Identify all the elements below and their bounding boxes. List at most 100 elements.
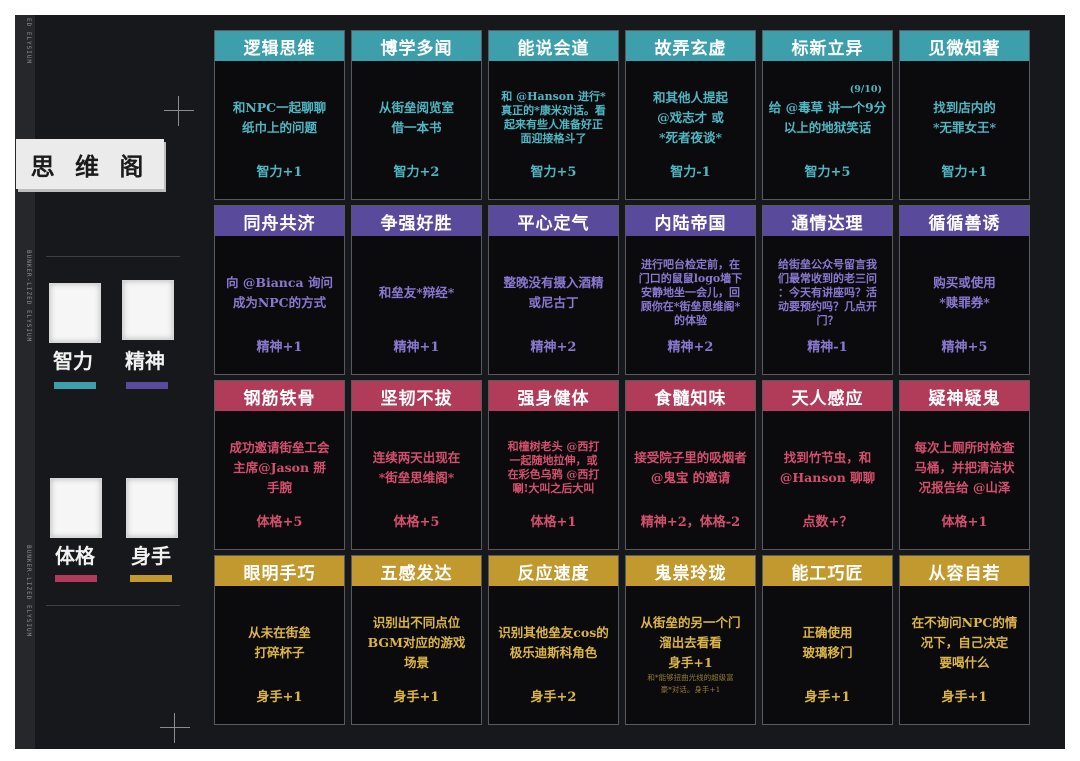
stat-color-bar <box>130 575 172 582</box>
stat-image <box>126 478 178 538</box>
skill-card-task: 给街垒公众号留言我 们最常收到的老三问 ：今天有讲座吗？活 动要预约吗？几点开 门？ <box>767 248 888 338</box>
skill-card-effect: 身手+1 <box>256 690 303 705</box>
skill-card-task: 在不询问NPC的情 况下，自己决定 要喝什么 <box>904 598 1025 688</box>
skill-card: 博学多闻 从街垒阅览室 借一本书 智力+2 <box>351 30 482 200</box>
task-line: 找到店内的 <box>933 100 996 115</box>
task-line: @鬼宝 的邀请 <box>650 470 731 485</box>
skill-card-effect: 精神+2，体格-2 <box>640 515 741 530</box>
skill-card: 钢筋铁骨成功邀请街垒工会 主席@Jason 掰手腕体格+5 <box>214 380 345 550</box>
skill-card-task: 和 @Hanson 进行* 真正的*康米对话。看 起来有些人准备好正 面迎接格斗了 <box>493 73 614 163</box>
skill-card-effect: 智力+5 <box>530 165 577 180</box>
skill-card-effect: 智力+1 <box>941 165 988 180</box>
task-line: 接受院子里的吸烟者 <box>634 450 747 465</box>
note-line: 豪*对话。身手+1 <box>660 685 721 694</box>
task-line: 们最常收到的老三问 <box>778 272 877 285</box>
task-line: 连续两天出现在 <box>372 450 461 465</box>
stat-label-physique: 体格 <box>55 544 95 568</box>
task-line: 一起随地拉伸，或 <box>509 454 598 467</box>
skill-card: 坚韧不拔连续两天出现在 *街垒思维阁* 体格+5 <box>351 380 482 550</box>
skill-card-task: 连续两天出现在 *街垒思维阁* <box>356 423 477 513</box>
stat-color-bar <box>54 382 96 389</box>
task-line: 给街垒公众号留言我 <box>778 258 877 271</box>
skill-card: 循循善诱 购买或使用 *赎罪券* 精神+5 <box>899 205 1030 375</box>
task-line: 识别其他垒友cos的 <box>498 625 609 640</box>
task-line: 门口的鼠鼠logo墙下 <box>638 272 743 285</box>
page-title: 思 维 阁 <box>30 151 150 181</box>
skill-card: 见微知著找到店内的 *无罪女王* 智力+1 <box>899 30 1030 200</box>
task-line: @Hanson 聊聊 <box>779 470 876 485</box>
task-line: 唰!大叫之后大叫 <box>512 482 595 495</box>
task-line: 要喝什么 <box>939 655 990 670</box>
skill-card-effect: 体格+1 <box>530 515 577 530</box>
skill-card-title: 能说会道 <box>489 31 618 61</box>
task-line: 或尼古丁 <box>528 295 579 310</box>
skill-card-task: 找到店内的 *无罪女王* <box>904 73 1025 163</box>
task-line: 和橦树老头 @西打 <box>507 440 600 453</box>
skill-card-task: 进行吧台检定前，在 门口的鼠鼠logo墙下 安静地坐一会儿，回 顾你在*街垒思维阁* 的… <box>630 248 751 338</box>
skill-card: 通情达理给街垒公众号留言我 们最常收到的老三问 ：今天有讲座吗？活 动要预约吗？几点开… <box>762 205 893 375</box>
skill-card-task: 接受院子里的吸烟者 @鬼宝 的邀请 <box>630 423 751 513</box>
stat-image <box>49 283 101 343</box>
task-line: 真正的*康米对话。看 <box>501 104 606 117</box>
vertical-label: BUNKER-LIZED ELYSIUM <box>25 250 32 343</box>
title-block: 思 维 阁 <box>16 139 164 189</box>
skill-card-effect: 体格+5 <box>256 515 303 530</box>
task-line: 找到竹节虫，和 <box>783 450 872 465</box>
skill-card: 逻辑思维 和NPC一起聊聊 纸巾上的问题 智力+1 <box>214 30 345 200</box>
divider <box>46 605 180 606</box>
skill-card-effect: 智力+2 <box>393 165 440 180</box>
skill-card-title: 见微知著 <box>900 31 1029 61</box>
task-line: 动要预约吗？几点开 <box>778 300 877 313</box>
skill-card-title: 食髓知味 <box>626 381 755 411</box>
skill-card-task: 和橦树老头 @西打 一起随地拉伸，或 在彩色乌鸦 @西打 唰!大叫之后大叫 <box>493 423 614 513</box>
task-line: 顾你在*街垒思维阁* <box>640 300 741 313</box>
skill-card-title: 通情达理 <box>763 206 892 236</box>
skill-card-task: 从未在街垒 打碎杯子 <box>219 598 340 688</box>
crosshair-icon <box>160 713 190 743</box>
task-line: *无罪女王* <box>932 120 997 135</box>
skill-card: 五感发达 识别出不同点位 BGM对应的游戏 场景 身手+1 <box>351 555 482 725</box>
progress-counter: (9/10) <box>849 84 882 95</box>
skill-card-task: 成功邀请街垒工会 主席@Jason 掰手腕 <box>219 423 340 513</box>
task-line: 在不询问NPC的情 <box>911 615 1018 630</box>
skill-card: 能工巧匠 正确使用 玻璃移门 身手+1 <box>762 555 893 725</box>
note-line: 和*能够扭曲光线的超级富 <box>647 673 734 682</box>
skill-card-effect: 身手+1 <box>804 690 851 705</box>
task-line: 从街垒阅览室 <box>378 100 454 115</box>
stat-label-psyche: 精神 <box>125 349 165 373</box>
task-line: 从未在街垒 <box>248 625 311 640</box>
task-line: *街垒思维阁* <box>378 470 455 485</box>
skill-card: 强身健体和橦树老头 @西打 一起随地拉伸，或 在彩色乌鸦 @西打 唰!大叫之后大叫体格… <box>488 380 619 550</box>
task-line: 成功邀请街垒工会 <box>229 440 330 455</box>
task-line: *死者夜谈* <box>658 130 723 145</box>
skill-card-effect: 点数+？ <box>802 515 853 530</box>
skill-card: 内陆帝国 进行吧台检定前，在 门口的鼠鼠logo墙下 安静地坐一会儿，回 顾你在*街垒思… <box>625 205 756 375</box>
skill-card-title: 平心定气 <box>489 206 618 236</box>
task-line: 成为NPC的方式 <box>232 295 327 310</box>
skill-card-title: 同舟共济 <box>215 206 344 236</box>
task-line: 手腕 <box>266 480 292 495</box>
skill-card-title: 钢筋铁骨 <box>215 381 344 411</box>
skill-card-title: 从容自若 <box>900 556 1029 586</box>
task-line: 和其他人提起 <box>652 90 728 105</box>
skill-card-effect: 体格+5 <box>393 515 440 530</box>
skill-card: 反应速度 识别其他垒友cos的 极乐迪斯科角色 身手+2 <box>488 555 619 725</box>
skill-card: 争强好胜 和垒友*辩经* 精神+1 <box>351 205 482 375</box>
stat-color-bar <box>126 382 168 389</box>
skill-card: 鬼祟玲珑 从街垒的另一个门 溜出去看看 身手+1 和*能够扭曲光线的超级富 豪*对话。身手… <box>625 555 756 725</box>
stat-label-motorics: 身手 <box>131 544 171 568</box>
skill-card-title: 坚韧不拔 <box>352 381 481 411</box>
skill-card-title: 五感发达 <box>352 556 481 586</box>
task-line: 面迎接格斗了 <box>520 132 587 145</box>
skill-card-effect: 精神+5 <box>941 340 988 355</box>
task-line: 起来有些人准备好正 <box>503 118 603 131</box>
skill-card-task: 识别其他垒友cos的 极乐迪斯科角色 <box>493 598 614 688</box>
vertical-label: BUNKER-LIZED ELYSIUM <box>25 545 32 638</box>
skill-card: 天人感应 找到竹节虫，和 @Hanson 聊聊 点数+？ <box>762 380 893 550</box>
task-line: 主席@Jason 掰 <box>233 460 326 475</box>
task-line: 进行吧台检定前，在 <box>640 258 740 271</box>
task-line: 识别出不同点位 <box>372 615 461 630</box>
stat-image <box>50 478 102 538</box>
skill-card-title: 争强好胜 <box>352 206 481 236</box>
skill-card-title: 强身健体 <box>489 381 618 411</box>
